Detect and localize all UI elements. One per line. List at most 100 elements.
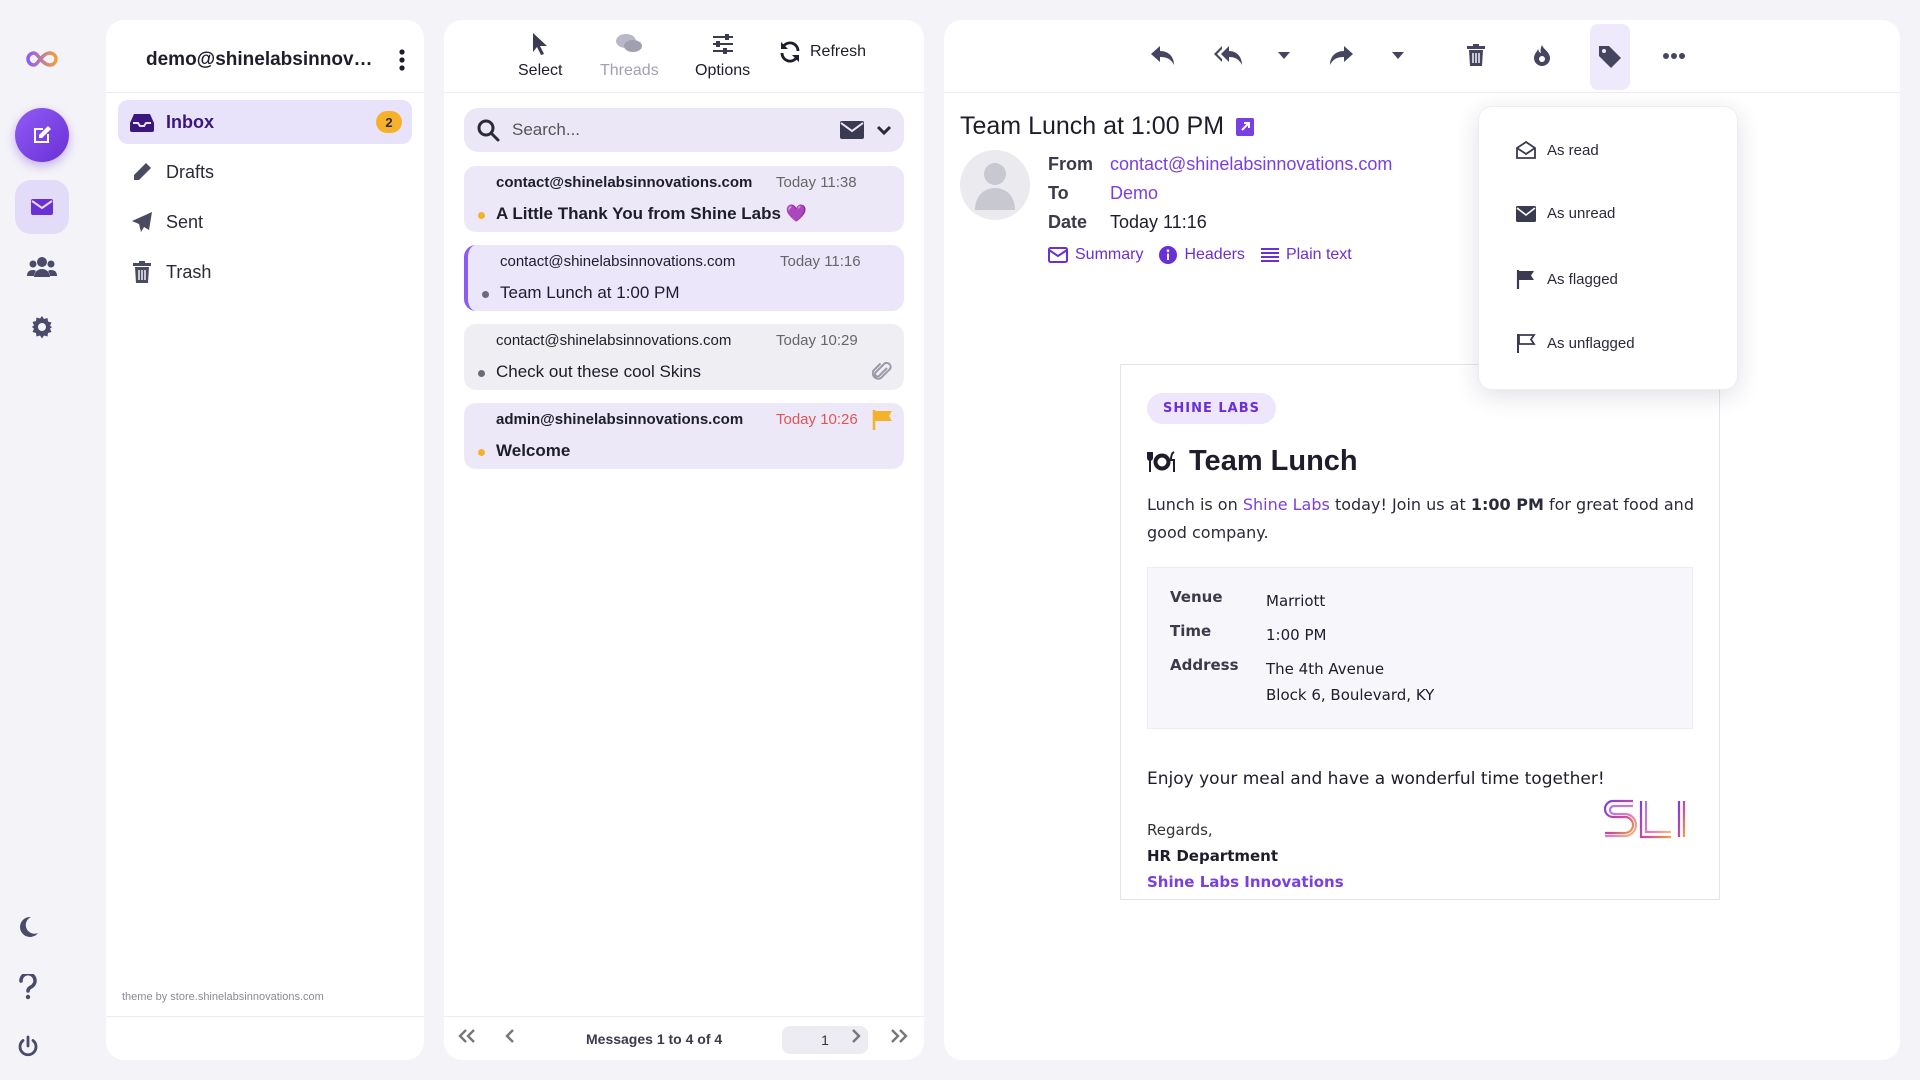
folder-trash[interactable]: Trash [118, 250, 412, 294]
brand-link[interactable]: Shine Labs [1243, 495, 1330, 514]
summary-link[interactable]: Summary [1048, 246, 1143, 264]
first-page-icon[interactable] [456, 1028, 478, 1044]
threads-button[interactable]: Threads [600, 32, 659, 80]
message-from: contact@shinelabsinnovations.com [500, 253, 736, 270]
recipient-name[interactable]: Demo [1110, 183, 1158, 204]
help-button[interactable] [1, 960, 55, 1014]
kebab-menu-icon[interactable] [398, 48, 406, 72]
select-button[interactable]: Select [518, 32, 562, 80]
sender-address[interactable]: contact@shinelabsinnovations.com [1110, 154, 1392, 175]
divider [444, 1016, 924, 1017]
header-from: From contact@shinelabsinnovations.com [1048, 154, 1392, 175]
envelope-icon [31, 199, 53, 215]
address-line-2: Block 6, Boulevard, KY [1266, 686, 1435, 704]
search-bar [464, 108, 904, 152]
message-subject: Team Lunch at 1:00 PM [500, 283, 680, 302]
external-link-icon[interactable] [1236, 117, 1255, 136]
header-label: To [1048, 183, 1069, 203]
menu-item-label: As read [1547, 141, 1599, 159]
divider [444, 92, 924, 93]
plain-text-link[interactable]: Plain text [1260, 246, 1352, 264]
menu-item-as-read[interactable]: As read [1515, 141, 1599, 159]
cursor-icon [533, 33, 548, 55]
account-header: demo@shinelabsinnovatio... [146, 46, 406, 74]
reply-icon[interactable] [1150, 44, 1176, 66]
address-line-1: The 4th Avenue [1266, 660, 1385, 678]
message-item[interactable]: contact@shinelabsinnovations.com Today 1… [464, 324, 904, 390]
theme-credit[interactable]: theme by store.shinelabsinnovations.com [122, 991, 324, 1003]
message-item[interactable]: contact@shinelabsinnovations.com Today 1… [464, 166, 904, 232]
refresh-button[interactable]: Refresh [778, 40, 866, 64]
envelope-icon [1515, 205, 1537, 222]
menu-item-label: As unread [1547, 205, 1616, 222]
intro-time: 1:00 PM [1470, 495, 1544, 514]
refresh-icon [780, 41, 800, 63]
last-page-icon[interactable] [888, 1028, 910, 1044]
company-link[interactable]: Shine Labs Innovations [1147, 869, 1344, 895]
email-body: SHINE LABS Team Lunch Lunch is on Shine … [1120, 364, 1720, 900]
message-from: admin@shinelabsinnovations.com [496, 411, 744, 428]
comments-icon [616, 34, 643, 52]
headers-link[interactable]: Headers [1159, 246, 1245, 264]
more-options-icon[interactable] [1662, 52, 1686, 60]
users-icon [27, 257, 57, 277]
prev-page-icon[interactable] [504, 1028, 516, 1044]
email-title: Team Lunch [1147, 445, 1358, 478]
folder-label: Sent [166, 211, 204, 232]
logout-button[interactable] [1, 1020, 55, 1074]
options-button[interactable]: Options [695, 32, 750, 80]
fire-icon[interactable] [1532, 44, 1552, 66]
mark-as-menu: As read As unread As flagged As unflagge… [1478, 106, 1738, 390]
threads-label: Threads [600, 62, 659, 79]
tag-icon[interactable] [1590, 24, 1630, 90]
menu-item-as-unflagged[interactable]: As unflagged [1515, 333, 1635, 353]
sender-avatar [960, 150, 1030, 220]
refresh-label: Refresh [810, 43, 867, 60]
mail-nav-button[interactable] [15, 180, 69, 234]
reply-all-icon[interactable] [1214, 44, 1244, 66]
infinity-logo-icon [26, 51, 58, 67]
header-label: From [1048, 154, 1093, 174]
flag-icon[interactable] [872, 409, 894, 431]
subject-text: Team Lunch at 1:00 PM [960, 112, 1225, 140]
divider [106, 1016, 424, 1017]
envelope-icon[interactable] [840, 121, 864, 139]
message-list-panel: Select Threads Options Refresh contact@s… [444, 20, 924, 1060]
next-page-icon[interactable] [850, 1028, 862, 1044]
trash-icon[interactable] [1466, 44, 1486, 66]
search-icon [477, 119, 500, 142]
email-signature: Regards, HR Department Shine Labs Innova… [1147, 817, 1344, 895]
menu-item-label: As unflagged [1547, 334, 1635, 352]
detail-label: Venue [1170, 588, 1223, 606]
search-input[interactable] [512, 120, 828, 140]
contacts-nav-button[interactable] [15, 240, 69, 294]
department-name: HR Department [1147, 847, 1279, 865]
message-item-selected[interactable]: contact@shinelabsinnovations.com Today 1… [464, 245, 904, 311]
dark-mode-toggle[interactable] [1, 900, 55, 954]
unread-count-badge: 2 [376, 111, 402, 133]
app-logo [15, 32, 69, 86]
headers-label: Headers [1184, 246, 1245, 263]
message-date: Today 10:29 [776, 332, 858, 349]
question-icon [19, 974, 37, 1000]
menu-item-as-unread[interactable]: As unread [1515, 205, 1615, 222]
chevron-down-icon[interactable] [1392, 52, 1404, 60]
menu-item-label: As flagged [1547, 270, 1618, 288]
header-links: Summary Headers Plain text [1048, 246, 1352, 264]
folder-sent[interactable]: Sent [118, 200, 412, 244]
message-subject: A Little Thank You from Shine Labs 💜 [496, 204, 807, 223]
forward-icon[interactable] [1328, 44, 1354, 66]
compose-button[interactable] [15, 108, 69, 162]
read-dot [478, 370, 485, 377]
settings-nav-button[interactable] [15, 300, 69, 354]
chevron-down-icon[interactable] [1278, 52, 1290, 60]
chevron-down-icon[interactable] [876, 124, 892, 136]
power-icon [18, 1035, 38, 1057]
message-from: contact@shinelabsinnovations.com [496, 174, 753, 191]
menu-item-as-flagged[interactable]: As flagged [1515, 269, 1618, 289]
folder-inbox[interactable]: Inbox 2 [118, 100, 412, 144]
flag-outline-icon [1515, 333, 1537, 353]
detail-label: Time [1170, 622, 1212, 640]
message-item[interactable]: admin@shinelabsinnovations.com Today 10:… [464, 403, 904, 469]
folder-drafts[interactable]: Drafts [118, 150, 412, 194]
